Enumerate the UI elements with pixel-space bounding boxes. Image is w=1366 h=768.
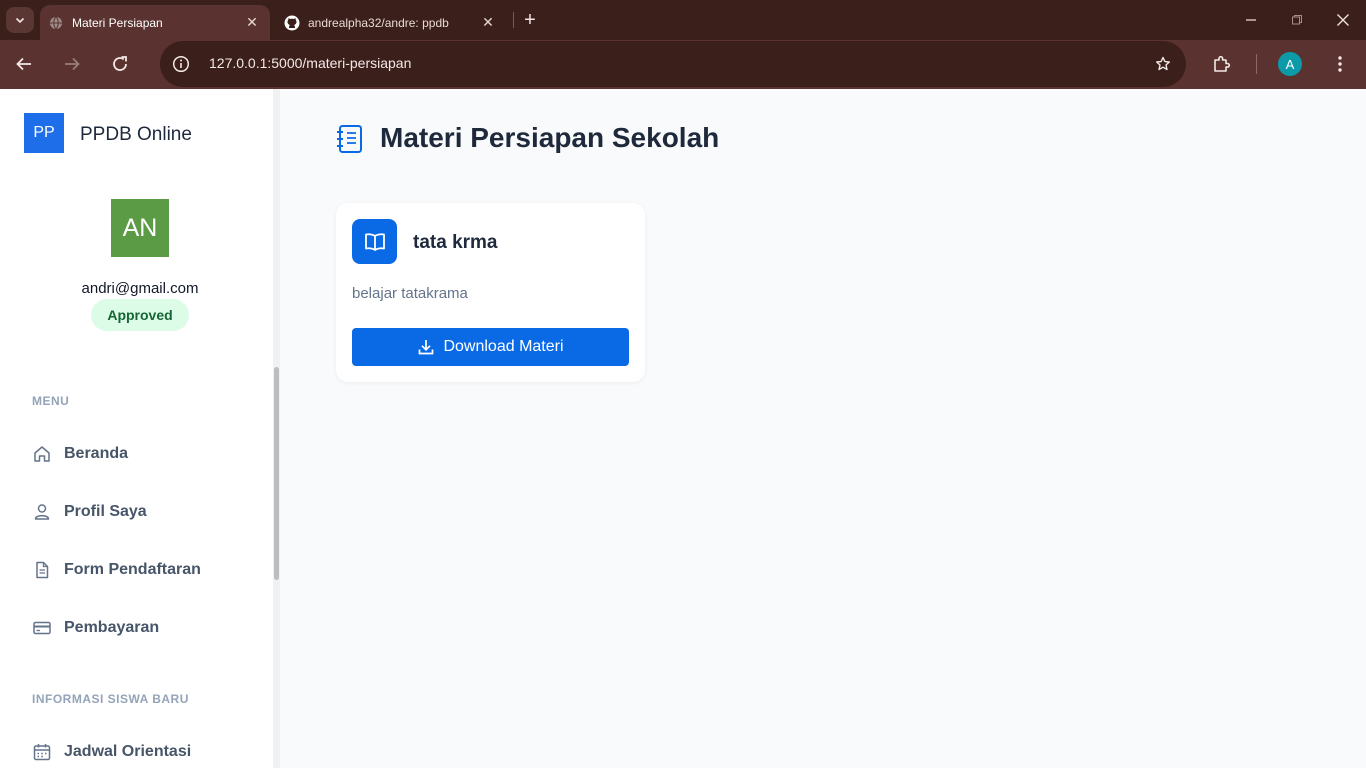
new-tab-button[interactable]: + [518,8,542,32]
close-icon [1337,14,1349,26]
info-section-label: INFORMASI SISWA BARU [32,692,189,706]
notebook-icon [336,124,364,154]
restore-icon [1292,15,1302,25]
forward-button[interactable] [57,49,87,79]
url-text[interactable]: 127.0.0.1:5000/materi-persiapan [209,55,411,71]
status-badge: Approved [91,299,189,331]
reload-button[interactable] [105,49,135,79]
more-vertical-icon [1338,56,1342,72]
tab-search-button[interactable] [6,7,34,33]
menu-section-label: MENU [32,394,70,408]
close-tab-icon[interactable]: ✕ [476,11,500,35]
brand-name[interactable]: PPDB Online [80,124,192,146]
card-description: belajar tatakrama [352,285,468,302]
bookmark-button[interactable] [1150,50,1176,78]
puzzle-icon [1214,55,1231,72]
chevron-down-icon [15,17,25,24]
back-button[interactable] [9,49,39,79]
download-button-label: Download Materi [443,338,564,355]
arrow-right-icon [65,57,80,71]
sidebar-item-label: Beranda [64,445,129,462]
extensions-button[interactable] [1208,50,1236,78]
download-icon [419,340,434,355]
sidebar-item-jadwal-orientasi[interactable]: Jadwal Orientasi [28,730,268,768]
sidebar-item-label: Jadwal Orientasi [64,743,192,760]
browser-menu-button[interactable] [1326,50,1354,78]
sidebar-item-form-pendaftaran[interactable]: Form Pendaftaran [28,548,268,592]
brand-logo[interactable]: PP [24,113,64,153]
user-email: andri@gmail.com [81,280,199,297]
tab-separator [513,12,514,28]
minimize-button[interactable] [1228,0,1274,40]
card-title: tata krma [413,232,498,253]
calendar-icon [28,740,56,764]
user-icon [28,500,56,524]
sidebar-item-beranda[interactable]: Beranda [28,432,268,476]
sidebar-item-profil-saya[interactable]: Profil Saya [28,490,268,534]
close-window-button[interactable] [1320,0,1366,40]
page-title: Materi Persiapan Sekolah [380,122,720,153]
sidebar-item-label: Pembayaran [64,619,160,636]
download-materi-button[interactable]: Download Materi [352,328,629,366]
arrow-left-icon [16,57,31,71]
tab-title: Materi Persiapan [72,15,163,30]
profile-avatar[interactable]: A [1278,52,1302,76]
star-icon [1156,56,1170,71]
user-avatar: AN [111,199,169,257]
minimize-icon [1246,19,1256,21]
tab-materi-persiapan[interactable]: Materi Persiapan ✕ [40,5,270,40]
tab-github[interactable]: andrealpha32/andre: ppdb ✕ [276,5,506,40]
book-icon [352,219,397,264]
site-info-button[interactable] [166,50,196,78]
globe-icon [48,15,64,31]
restore-button[interactable] [1274,0,1320,40]
home-icon [28,442,56,466]
sidebar-item-label: Profil Saya [64,503,147,520]
github-icon [284,15,300,31]
sidebar: PP PPDB Online AN andri@gmail.com Approv… [0,89,280,768]
sidebar-scrollbar-thumb[interactable] [274,367,279,580]
toolbar-separator [1256,54,1257,74]
sidebar-item-pembayaran[interactable]: Pembayaran [28,606,268,650]
document-icon [28,558,56,582]
sidebar-item-label: Form Pendaftaran [64,561,201,578]
tab-title: andrealpha32/andre: ppdb [308,15,449,30]
reload-icon [113,56,127,71]
close-tab-icon[interactable]: ✕ [240,11,264,35]
credit-card-icon [28,616,56,640]
info-icon [172,55,190,73]
materi-card: tata krma belajar tatakrama Download Mat… [336,203,645,382]
